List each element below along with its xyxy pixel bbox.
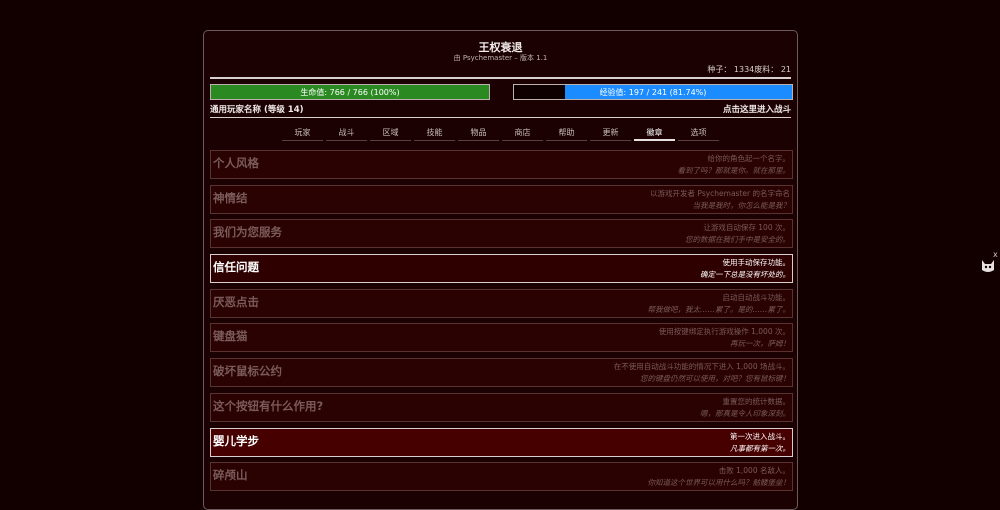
xp-bar: 经验值: 197 / 241 (81.74%) bbox=[513, 84, 793, 100]
game-panel: 王权衰退 由 Psychemaster – 版本 1.1 种子： 1334废料：… bbox=[203, 30, 798, 510]
badge-description: 给你的角色起一个名字。 bbox=[707, 154, 791, 163]
badge-item: 婴儿学步 第一次进入战斗。 凡事都有第一次。 bbox=[210, 427, 793, 457]
badge-description: 击败 1,000 名敌人。 bbox=[718, 466, 790, 476]
badge-description: 启动自动战斗功能。 bbox=[722, 292, 791, 302]
badge-flavor-text: 确定一下总是没有坏处的。 bbox=[700, 270, 790, 280]
badge-flavor-text: 你知道这个世界可以用什么吗？骷髅堡垒！ bbox=[647, 478, 791, 488]
badge-description: 使用手动保存功能。 bbox=[722, 258, 791, 268]
badge-flavor-text: 看到了吗？那就是你。就在那里。 bbox=[677, 166, 791, 175]
badge-flavor-text: 当我是我时，你怎么能是我？ bbox=[692, 200, 791, 210]
tab-9[interactable]: 选项 bbox=[678, 125, 719, 141]
badge-name: 信任问题 bbox=[213, 260, 259, 275]
badge-description: 重置您的统计数据。 bbox=[722, 396, 791, 406]
seed-scrap-readout: 种子： 1334废料： 21 bbox=[707, 65, 791, 74]
badge-item: 信任问题 使用手动保存功能。确定一下总是没有坏处的。 bbox=[210, 254, 793, 284]
tab-5[interactable]: 商店 bbox=[502, 125, 543, 141]
enter-battle-link[interactable]: 点击这里进入战斗 bbox=[723, 103, 791, 115]
tab-2[interactable]: 区域 bbox=[370, 125, 411, 141]
cat-icon[interactable] bbox=[980, 258, 996, 274]
badge-flavor-text: 帮我做吧，我太……累了。是的……累了。 bbox=[647, 304, 791, 314]
badge-name: 厌恶点击 bbox=[213, 294, 259, 309]
badge-description: 以游戏开发者 Psychemaster 的名字命名 bbox=[650, 188, 790, 198]
badge-item: 个人风格 给你的角色起一个名字。看到了吗？那就是你。就在那里。 bbox=[210, 150, 793, 179]
tab-8[interactable]: 徽章 bbox=[634, 125, 675, 141]
tab-0[interactable]: 玩家 bbox=[282, 125, 323, 141]
badge-flavor-text: 您的键盘仍然可以使用，对吧？您有鼠标键！ bbox=[640, 374, 790, 384]
tab-7[interactable]: 更新 bbox=[590, 125, 631, 141]
hp-bar-label: 生命值: 766 / 766 (100%) bbox=[300, 87, 400, 97]
tab-6[interactable]: 帮助 bbox=[546, 125, 587, 141]
badge-list: 个人风格 给你的角色起一个名字。看到了吗？那就是你。就在那里。神情结 以游戏开发者 … bbox=[210, 150, 793, 497]
player-name-level: 通用玩家名称 (等级 14) bbox=[210, 105, 304, 115]
badge-item: 厌恶点击 启动自动战斗功能。帮我做吧，我太……累了。是的……累了。 bbox=[210, 288, 793, 318]
game-subtitle: 由 Psychemaster – 版本 1.1 bbox=[453, 54, 548, 62]
badge-description: 在不使用自动战斗功能的情况下进入 1,000 场战斗。 bbox=[613, 362, 790, 372]
badge-flavor-text: 凡事都有第一次。 bbox=[730, 443, 790, 453]
badge-flavor-text: 您的数据在我们手中是安全的。 bbox=[685, 235, 790, 245]
badge-item: 破坏鼠标公约 在不使用自动战斗功能的情况下进入 1,000 场战斗。您的键盘仍然可… bbox=[210, 358, 793, 388]
badge-name: 破坏鼠标公约 bbox=[213, 364, 282, 379]
badge-description: 第一次进入战斗。 bbox=[730, 431, 790, 441]
badge-name: 婴儿学步 bbox=[213, 433, 259, 448]
badge-flavor-text: 再玩一次，萨姆！ bbox=[730, 339, 790, 349]
tab-bar: 玩家 战斗 区域 技能 物品 商店 帮助 更新 徽章 选项 bbox=[282, 125, 719, 141]
badge-flavor-text: 嗯，那真是令人印象深刻。 bbox=[700, 408, 790, 418]
badge-item: 这个按钮有什么作用? 重置您的统计数据。嗯，那真是令人印象深刻。 bbox=[210, 392, 793, 422]
badge-name: 我们为您服务 bbox=[213, 225, 282, 240]
badge-item: 键盘猫 使用按键绑定执行游戏操作 1,000 次。再玩一次，萨姆！ bbox=[210, 323, 793, 353]
header-divider bbox=[210, 77, 791, 79]
badge-name: 神情结 bbox=[213, 190, 248, 205]
tab-3[interactable]: 技能 bbox=[414, 125, 455, 141]
player-divider bbox=[210, 117, 791, 118]
player-line: 通用玩家名称 (等级 14) 点击这里进入战斗 bbox=[210, 103, 791, 115]
tab-1[interactable]: 战斗 bbox=[326, 125, 367, 141]
badge-description: 让游戏自动保存 100 次。 bbox=[703, 223, 790, 233]
badge-name: 个人风格 bbox=[213, 156, 259, 170]
badge-item: 神情结 以游戏开发者 Psychemaster 的名字命名当我是我时，你怎么能是我… bbox=[210, 184, 793, 214]
badge-item: 我们为您服务 让游戏自动保存 100 次。您的数据在我们手中是安全的。 bbox=[210, 219, 793, 249]
hp-bar: 生命值: 766 / 766 (100%) bbox=[210, 84, 490, 100]
tab-4[interactable]: 物品 bbox=[458, 125, 499, 141]
badge-name: 碎颅山 bbox=[213, 468, 248, 483]
badge-item: 碎颅山 击败 1,000 名敌人。你知道这个世界可以用什么吗？骷髅堡垒！ bbox=[210, 462, 793, 492]
badge-name: 这个按钮有什么作用? bbox=[213, 398, 324, 413]
badge-description: 使用按键绑定执行游戏操作 1,000 次。 bbox=[658, 327, 790, 337]
badge-name: 键盘猫 bbox=[213, 329, 248, 344]
xp-bar-label: 经验值: 197 / 241 (81.74%) bbox=[599, 87, 707, 97]
